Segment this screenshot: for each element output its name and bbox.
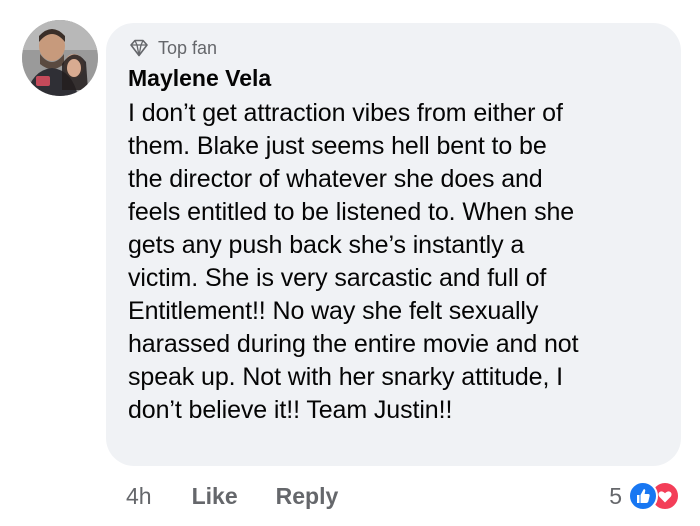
comment-line: I don’t get attraction vibes from either… xyxy=(128,99,563,127)
avatar[interactable] xyxy=(22,20,98,96)
comment-timestamp[interactable]: 4h xyxy=(126,483,152,510)
badge-label: Top fan xyxy=(158,37,218,58)
comment-author[interactable]: Maylene Vela xyxy=(128,62,661,94)
comment-line: victim. She is very sarcastic and full o… xyxy=(128,264,547,292)
reaction-icons xyxy=(628,480,680,512)
profile-photo xyxy=(22,20,98,96)
diamond-icon xyxy=(130,39,148,57)
comment-bubble: Top fan Maylene Vela I don’t get attract… xyxy=(106,23,681,466)
comment-line: speak up. Not with her snarky attitude, … xyxy=(128,363,564,391)
reply-button[interactable]: Reply xyxy=(276,483,339,510)
like-reaction-icon xyxy=(628,481,658,511)
comment-text: I don’t get attraction vibes from either… xyxy=(128,97,661,427)
comment-line: feels entitled to be listened to. When s… xyxy=(128,198,575,226)
comment-line: gets any push back she’s instantly a xyxy=(128,231,525,259)
reaction-count: 5 xyxy=(609,482,622,509)
comment-line: Entitlement!! No way she felt sexually xyxy=(128,297,539,325)
comment-line: harassed during the entire movie and not xyxy=(128,330,579,358)
reaction-summary[interactable]: 5 xyxy=(609,480,680,512)
like-button[interactable]: Like xyxy=(192,483,238,510)
comment-line: don’t believe it!! Team Justin!! xyxy=(128,396,453,424)
comment-line: them. Blake just seems hell bent to be xyxy=(128,132,547,160)
top-fan-badge: Top fan xyxy=(128,35,661,61)
comment-actions: 4h Like Reply xyxy=(126,480,338,512)
comment-line: the director of whatever she does and xyxy=(128,165,543,193)
